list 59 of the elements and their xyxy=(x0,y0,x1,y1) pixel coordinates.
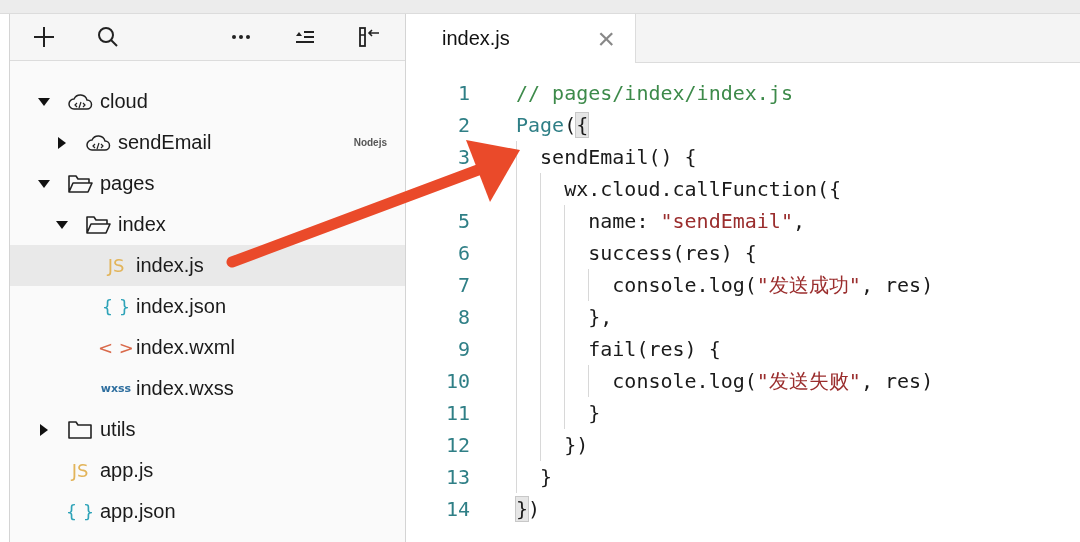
line-number: 14 xyxy=(445,497,470,521)
code-line: console.log("发送失败", res) xyxy=(516,365,934,397)
tree-item[interactable]: JS index.js xyxy=(10,245,405,286)
file-type-icon: wxss xyxy=(100,382,132,395)
file-type-icon: JS xyxy=(107,255,125,276)
caret-down-icon[interactable] xyxy=(56,218,68,231)
tree-item[interactable]: pages xyxy=(10,163,405,204)
tree-item[interactable]: index xyxy=(10,204,405,245)
code-line: // pages/index/index.js xyxy=(516,80,793,107)
code-line: console.log("发送成功", res) xyxy=(516,269,934,301)
tree-item[interactable]: { } app.json xyxy=(10,491,405,532)
file-type-icon: < > xyxy=(98,337,134,358)
editor-tab[interactable]: index.js × xyxy=(406,14,636,63)
code-line: wx.cloud.callFunction({ xyxy=(516,173,842,205)
code-line: } xyxy=(516,461,553,493)
tree-item[interactable]: wxss index.wxss xyxy=(10,368,405,409)
caret-down-icon[interactable] xyxy=(38,95,50,108)
open-folder-icon xyxy=(85,214,111,235)
line-number: 13 xyxy=(445,465,470,489)
code-line: name: "sendEmail", xyxy=(516,205,805,237)
line-number: 5 xyxy=(457,209,470,233)
tree-item[interactable]: { } index.json xyxy=(10,286,405,327)
file-type-icon: { } xyxy=(101,296,131,317)
tree-item[interactable]: cloud xyxy=(10,81,405,122)
line-number: 8 xyxy=(457,305,470,329)
tab-title: index.js xyxy=(442,27,510,50)
tree-item[interactable]: sendEmail Nodejs xyxy=(10,122,405,163)
caret-down-icon[interactable] xyxy=(38,177,50,190)
code-line: }, xyxy=(516,301,613,333)
line-number: 9 xyxy=(457,337,470,361)
line-number: 12 xyxy=(445,433,470,457)
code-line: success(res) { xyxy=(516,237,757,269)
tree-item[interactable]: JS app.js xyxy=(10,450,405,491)
caret-right-icon[interactable] xyxy=(38,423,50,436)
tree-item[interactable]: utils xyxy=(10,409,405,450)
code-line: }) xyxy=(516,429,589,461)
cloud-code-icon xyxy=(85,132,111,153)
cloud-code-icon xyxy=(67,91,93,112)
line-number: 1 xyxy=(457,81,470,105)
code-line: Page({ xyxy=(516,112,589,139)
line-number: 11 xyxy=(445,401,470,425)
line-number: 6 xyxy=(457,241,470,265)
file-type-icon: JS xyxy=(71,460,89,481)
line-number: 3 xyxy=(457,145,470,169)
close-icon[interactable]: × xyxy=(597,23,615,54)
line-number: 7 xyxy=(457,273,470,297)
folder-icon xyxy=(67,419,93,440)
file-type-icon: { } xyxy=(65,501,95,522)
code-line: } xyxy=(516,397,601,429)
tree-item[interactable]: < >index.wxml xyxy=(10,327,405,368)
code-line: }) xyxy=(516,496,541,523)
line-number: 2 xyxy=(457,113,470,137)
search-icon[interactable] xyxy=(96,25,120,49)
caret-right-icon[interactable] xyxy=(56,136,68,149)
runtime-tag: Nodejs xyxy=(353,137,387,148)
code-line: fail(res) { xyxy=(516,333,721,365)
line-number: 10 xyxy=(445,369,470,393)
open-folder-icon xyxy=(67,173,93,194)
add-icon[interactable] xyxy=(32,25,56,49)
